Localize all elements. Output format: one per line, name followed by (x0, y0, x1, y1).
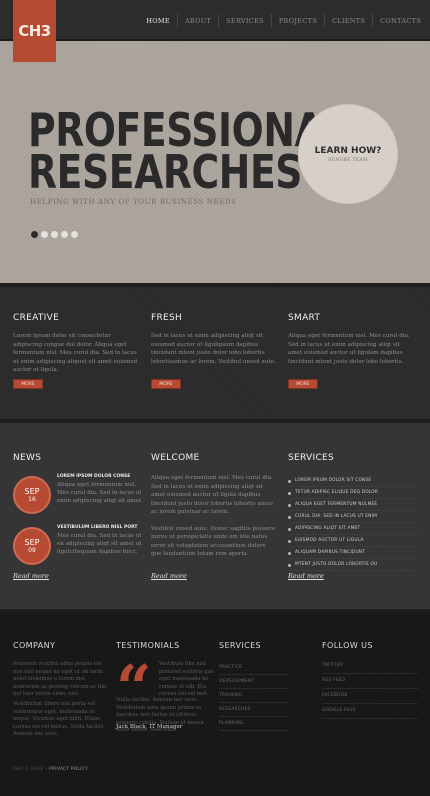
content-section: NEWS SEP 16 LOREM IPSUM DOLOR CONSE Aliq… (0, 423, 430, 609)
feature-text: Sed in lacus ut enim adipiscing aliqt si… (151, 333, 276, 365)
footer-link[interactable]: PLANNING (219, 717, 289, 731)
more-button-smart[interactable]: MORE (288, 379, 318, 389)
feature-text: Aliqua eget fermentum nisl. Mes curul di… (288, 333, 410, 365)
services-list-item[interactable]: ADIPISCING ALIQT SIT AMET (288, 523, 418, 535)
nav-projects[interactable]: PROJECTS (270, 14, 324, 28)
date-month: SEP (24, 487, 40, 496)
learn-how-button[interactable]: LEARN HOW? BENOBE TEAM (298, 104, 398, 204)
date-badge: SEP 16 (13, 476, 51, 514)
social-link-twitter[interactable]: TWITTER (322, 659, 418, 674)
footer: COMPANY Praesent vestibul edna pequis et… (0, 613, 430, 796)
feature-fresh: FRESH Sed in lacus ut enim adipiscing al… (151, 313, 277, 366)
services-list-item[interactable]: EUISMOD AUCTOR UT LIGULA (288, 535, 418, 547)
copyright-text: CH3 © 2013 • (13, 767, 48, 772)
nav-home[interactable]: HOME (139, 14, 177, 28)
slider-pagination (31, 231, 78, 238)
services-list-item[interactable]: ALIQUA EGET FERMENTUM NULMEE (288, 499, 418, 511)
feature-text: Lorem ipsum dolor sit consectetur adipis… (13, 333, 138, 373)
nav-clients[interactable]: CLIENTS (323, 14, 372, 28)
feature-title: SMART (288, 313, 321, 323)
slider-dot-1[interactable] (31, 231, 38, 238)
slider-dot-2[interactable] (41, 231, 48, 238)
services-list-item[interactable]: LOREM IPSUM DOLOR SIT CONSE (288, 475, 418, 487)
footer-link[interactable]: RESEARCHES (219, 703, 289, 717)
services-list-item[interactable]: TETUR ADIPISC ELIQUE DEQ DOLOR (288, 487, 418, 499)
welcome-paragraph: Vestibul unsed aute. Donec sagittis posu… (151, 525, 276, 558)
testimonial-author: Jack Black, IT Manager (116, 724, 183, 730)
footer-link[interactable]: DEVELOPMENT (219, 675, 289, 689)
date-badge: SEP 09 (13, 527, 51, 565)
main-nav: HOME ABOUT SERVICES PROJECTS CLIENTS CON… (139, 14, 428, 28)
welcome-read-more-link[interactable]: Read more (151, 572, 187, 580)
footer-link[interactable]: TRAINING (219, 689, 289, 703)
welcome-paragraph: Aliqua eget fermentum nisl. Mes curul di… (151, 475, 274, 515)
feature-title: CREATIVE (13, 313, 60, 323)
news-read-more-link[interactable]: Read more (13, 572, 49, 580)
date-month: SEP (24, 538, 40, 547)
date-day: 09 (28, 547, 36, 554)
footer-services-list: PRACTICE DEVELOPMENT TRAINING RESEARCHES… (219, 661, 289, 731)
copyright: CH3 © 2013 • PRIVACY POLICY (13, 767, 88, 772)
footer-company-title: COMPANY (13, 641, 56, 650)
nav-services[interactable]: SERVICES (218, 14, 271, 28)
privacy-policy-link[interactable]: PRIVACY POLICY (49, 767, 88, 772)
welcome-text: Aliqua eget fermentum nisl. Mes curul di… (151, 474, 277, 559)
logo[interactable]: CH3 (13, 0, 56, 62)
top-bar: HOME ABOUT SERVICES PROJECTS CLIENTS CON… (0, 0, 430, 40)
testimonial-text: Vestibulu libe nisl portavel sceleris qu… (159, 661, 214, 697)
nav-contacts[interactable]: CONTACTS (372, 14, 428, 28)
more-button-creative[interactable]: MORE (13, 379, 43, 389)
company-text: Vestibulum libero nisl porta vel sceleri… (13, 701, 106, 737)
social-link-google-plus[interactable]: GOOGLE PLUS (322, 704, 418, 719)
social-links-list: TWITTER RSS FEED FACEBOOK GOOGLE PLUS (322, 659, 418, 719)
learn-how-sub: BENOBE TEAM (328, 157, 368, 163)
footer-services-title: SERVICES (219, 641, 262, 650)
company-text: Praesent vestibul edna pequis ete non ni… (13, 661, 107, 697)
welcome-title: WELCOME (151, 453, 200, 463)
social-link-facebook[interactable]: FACEBOOK (322, 689, 418, 704)
learn-how-label: LEARN HOW? (314, 145, 382, 156)
services-title: SERVICES (288, 453, 335, 463)
more-button-fresh[interactable]: MORE (151, 379, 181, 389)
news-headline[interactable]: LOREM IPSUM DOLOR CONSE (57, 474, 130, 479)
news-text: Mes curul dia. Sed in lacus ut en adipis… (57, 533, 142, 555)
news-text: Aliqua eget fermentum nisl. Mes curul di… (57, 482, 143, 504)
hero-slider: PROFESSIONAL RESEARCHES HELPING WITH ANY… (0, 41, 430, 283)
footer-link[interactable]: PRACTICE (219, 661, 289, 675)
slider-dot-3[interactable] (51, 231, 58, 238)
feature-title: FRESH (151, 313, 183, 323)
slider-dot-4[interactable] (61, 231, 68, 238)
news-item: SEP 09 VESTIBULUM LIBERO NISL PORT Mes c… (13, 525, 142, 575)
services-list-item[interactable]: CURUL DIA. SED IN LACUS UT ENIM (288, 511, 418, 523)
services-list-item[interactable]: MTENT JUSTO DOLOR LOBORTIS OU (288, 559, 418, 571)
services-list: LOREM IPSUM DOLOR SIT CONSE TETUR ADIPIS… (288, 475, 418, 571)
services-list-item[interactable]: ALIQUAM DAPIBUS TINCIDUNT (288, 547, 418, 559)
footer-testimonials-title: TESTIMONIALS (116, 641, 180, 650)
news-item: SEP 16 LOREM IPSUM DOLOR CONSE Aliqua eg… (13, 474, 143, 524)
services-read-more-link[interactable]: Read more (288, 572, 324, 580)
hero-tagline: HELPING WITH ANY OF YOUR BUSINESS NEEDS (30, 198, 237, 206)
news-headline[interactable]: VESTIBULUM LIBERO NISL PORT (57, 525, 138, 530)
slider-dot-5[interactable] (71, 231, 78, 238)
nav-about[interactable]: ABOUT (176, 14, 218, 28)
news-title: NEWS (13, 453, 42, 463)
feature-creative: CREATIVE Lorem ipsum dolor sit consectet… (13, 313, 139, 375)
features-section: CREATIVE Lorem ipsum dolor sit consectet… (0, 287, 430, 419)
date-day: 16 (28, 496, 36, 503)
footer-follow-title: FOLLOW US (322, 641, 373, 650)
social-link-rss[interactable]: RSS FEED (322, 674, 418, 689)
hero-title-line2: RESEARCHES (28, 145, 303, 199)
feature-smart: SMART Aliqua eget fermentum nisl. Mes cu… (288, 313, 414, 366)
